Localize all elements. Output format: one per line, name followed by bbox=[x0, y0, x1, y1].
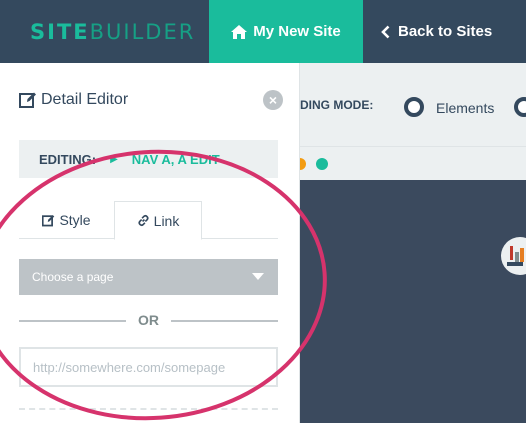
my-new-site-button[interactable]: My New Site bbox=[209, 0, 363, 63]
tab-link-label: Link bbox=[153, 212, 180, 229]
mode-radio-2[interactable] bbox=[514, 97, 526, 117]
editing-bar: EDITING: ▶ NAV A, A EDIT bbox=[19, 140, 278, 178]
caret-down-icon bbox=[252, 273, 264, 280]
panel-title-text: Detail Editor bbox=[41, 91, 129, 108]
dashed-divider bbox=[19, 408, 278, 410]
divider-line-right bbox=[171, 320, 278, 322]
top-bar: SITEBUILDER My New Site Back to Sites bbox=[0, 0, 526, 63]
editing-label: EDITING: bbox=[39, 151, 97, 167]
elements-radio[interactable] bbox=[404, 97, 424, 117]
link-icon bbox=[138, 215, 149, 226]
tab-link[interactable]: Link bbox=[114, 201, 202, 240]
back-to-sites-label: Back to Sites bbox=[398, 23, 493, 40]
close-icon[interactable]: × bbox=[263, 90, 283, 110]
edit-icon bbox=[19, 92, 36, 108]
back-to-sites-button[interactable]: Back to Sites bbox=[363, 0, 526, 63]
page-select[interactable]: Choose a page bbox=[19, 259, 278, 295]
tab-style[interactable]: Style bbox=[19, 201, 114, 239]
or-divider: OR bbox=[19, 311, 278, 331]
logo-part-2: BUILDER bbox=[89, 20, 196, 44]
editor-tabs: Style Link bbox=[19, 201, 278, 240]
tools-illustration-icon bbox=[501, 237, 526, 275]
editing-value: NAV A, A EDIT bbox=[131, 151, 220, 167]
logo-part-1: SITE bbox=[30, 20, 90, 44]
logo: SITEBUILDER bbox=[30, 20, 195, 44]
panel-title: Detail Editor bbox=[19, 91, 128, 109]
building-mode-label: DING MODE: bbox=[300, 98, 374, 112]
site-canvas[interactable] bbox=[300, 180, 526, 423]
edit-icon bbox=[42, 214, 55, 226]
url-input[interactable] bbox=[19, 347, 278, 387]
tab-style-label: Style bbox=[59, 212, 91, 228]
page-select-value: Choose a page bbox=[32, 270, 114, 284]
canvas-browser-bar bbox=[294, 146, 526, 180]
window-dot-green bbox=[316, 158, 328, 170]
home-icon bbox=[231, 24, 248, 39]
building-mode-bar: DING MODE: Elements bbox=[300, 63, 526, 146]
my-new-site-label: My New Site bbox=[253, 23, 341, 40]
play-icon: ▶ bbox=[110, 153, 118, 165]
elements-radio-label: Elements bbox=[436, 100, 495, 116]
detail-editor-panel: Detail Editor × EDITING: ▶ NAV A, A EDIT… bbox=[0, 63, 300, 423]
chevron-left-icon bbox=[381, 25, 390, 38]
